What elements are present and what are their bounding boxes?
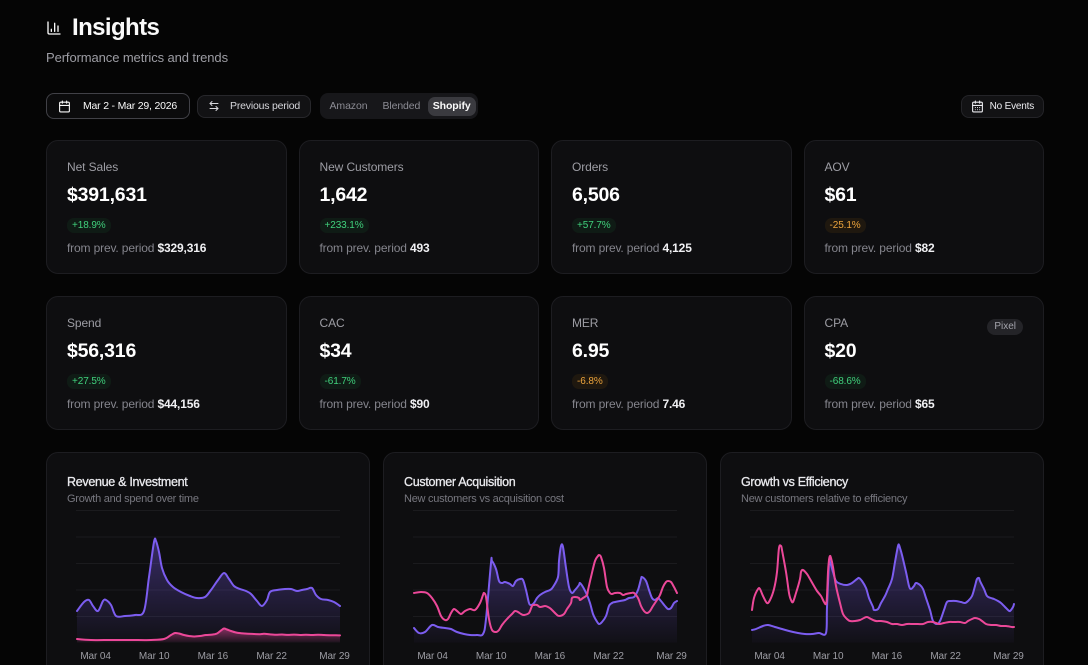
svg-text:Mar 29: Mar 29	[656, 651, 687, 662]
svg-text:Mar 16: Mar 16	[198, 651, 229, 662]
svg-text:Mar 10: Mar 10	[813, 651, 844, 662]
svg-text:Mar 04: Mar 04	[754, 651, 785, 662]
svg-text:Mar 29: Mar 29	[993, 651, 1024, 662]
svg-text:Mar 22: Mar 22	[930, 651, 961, 662]
svg-text:Mar 04: Mar 04	[417, 651, 448, 662]
svg-text:Mar 04: Mar 04	[80, 651, 111, 662]
svg-text:Mar 10: Mar 10	[139, 651, 170, 662]
svg-text:Mar 22: Mar 22	[593, 651, 624, 662]
svg-text:Mar 29: Mar 29	[319, 651, 350, 662]
svg-text:Mar 16: Mar 16	[872, 651, 903, 662]
svg-text:Mar 10: Mar 10	[476, 651, 507, 662]
svg-text:Mar 16: Mar 16	[535, 651, 566, 662]
svg-text:Mar 22: Mar 22	[256, 651, 287, 662]
